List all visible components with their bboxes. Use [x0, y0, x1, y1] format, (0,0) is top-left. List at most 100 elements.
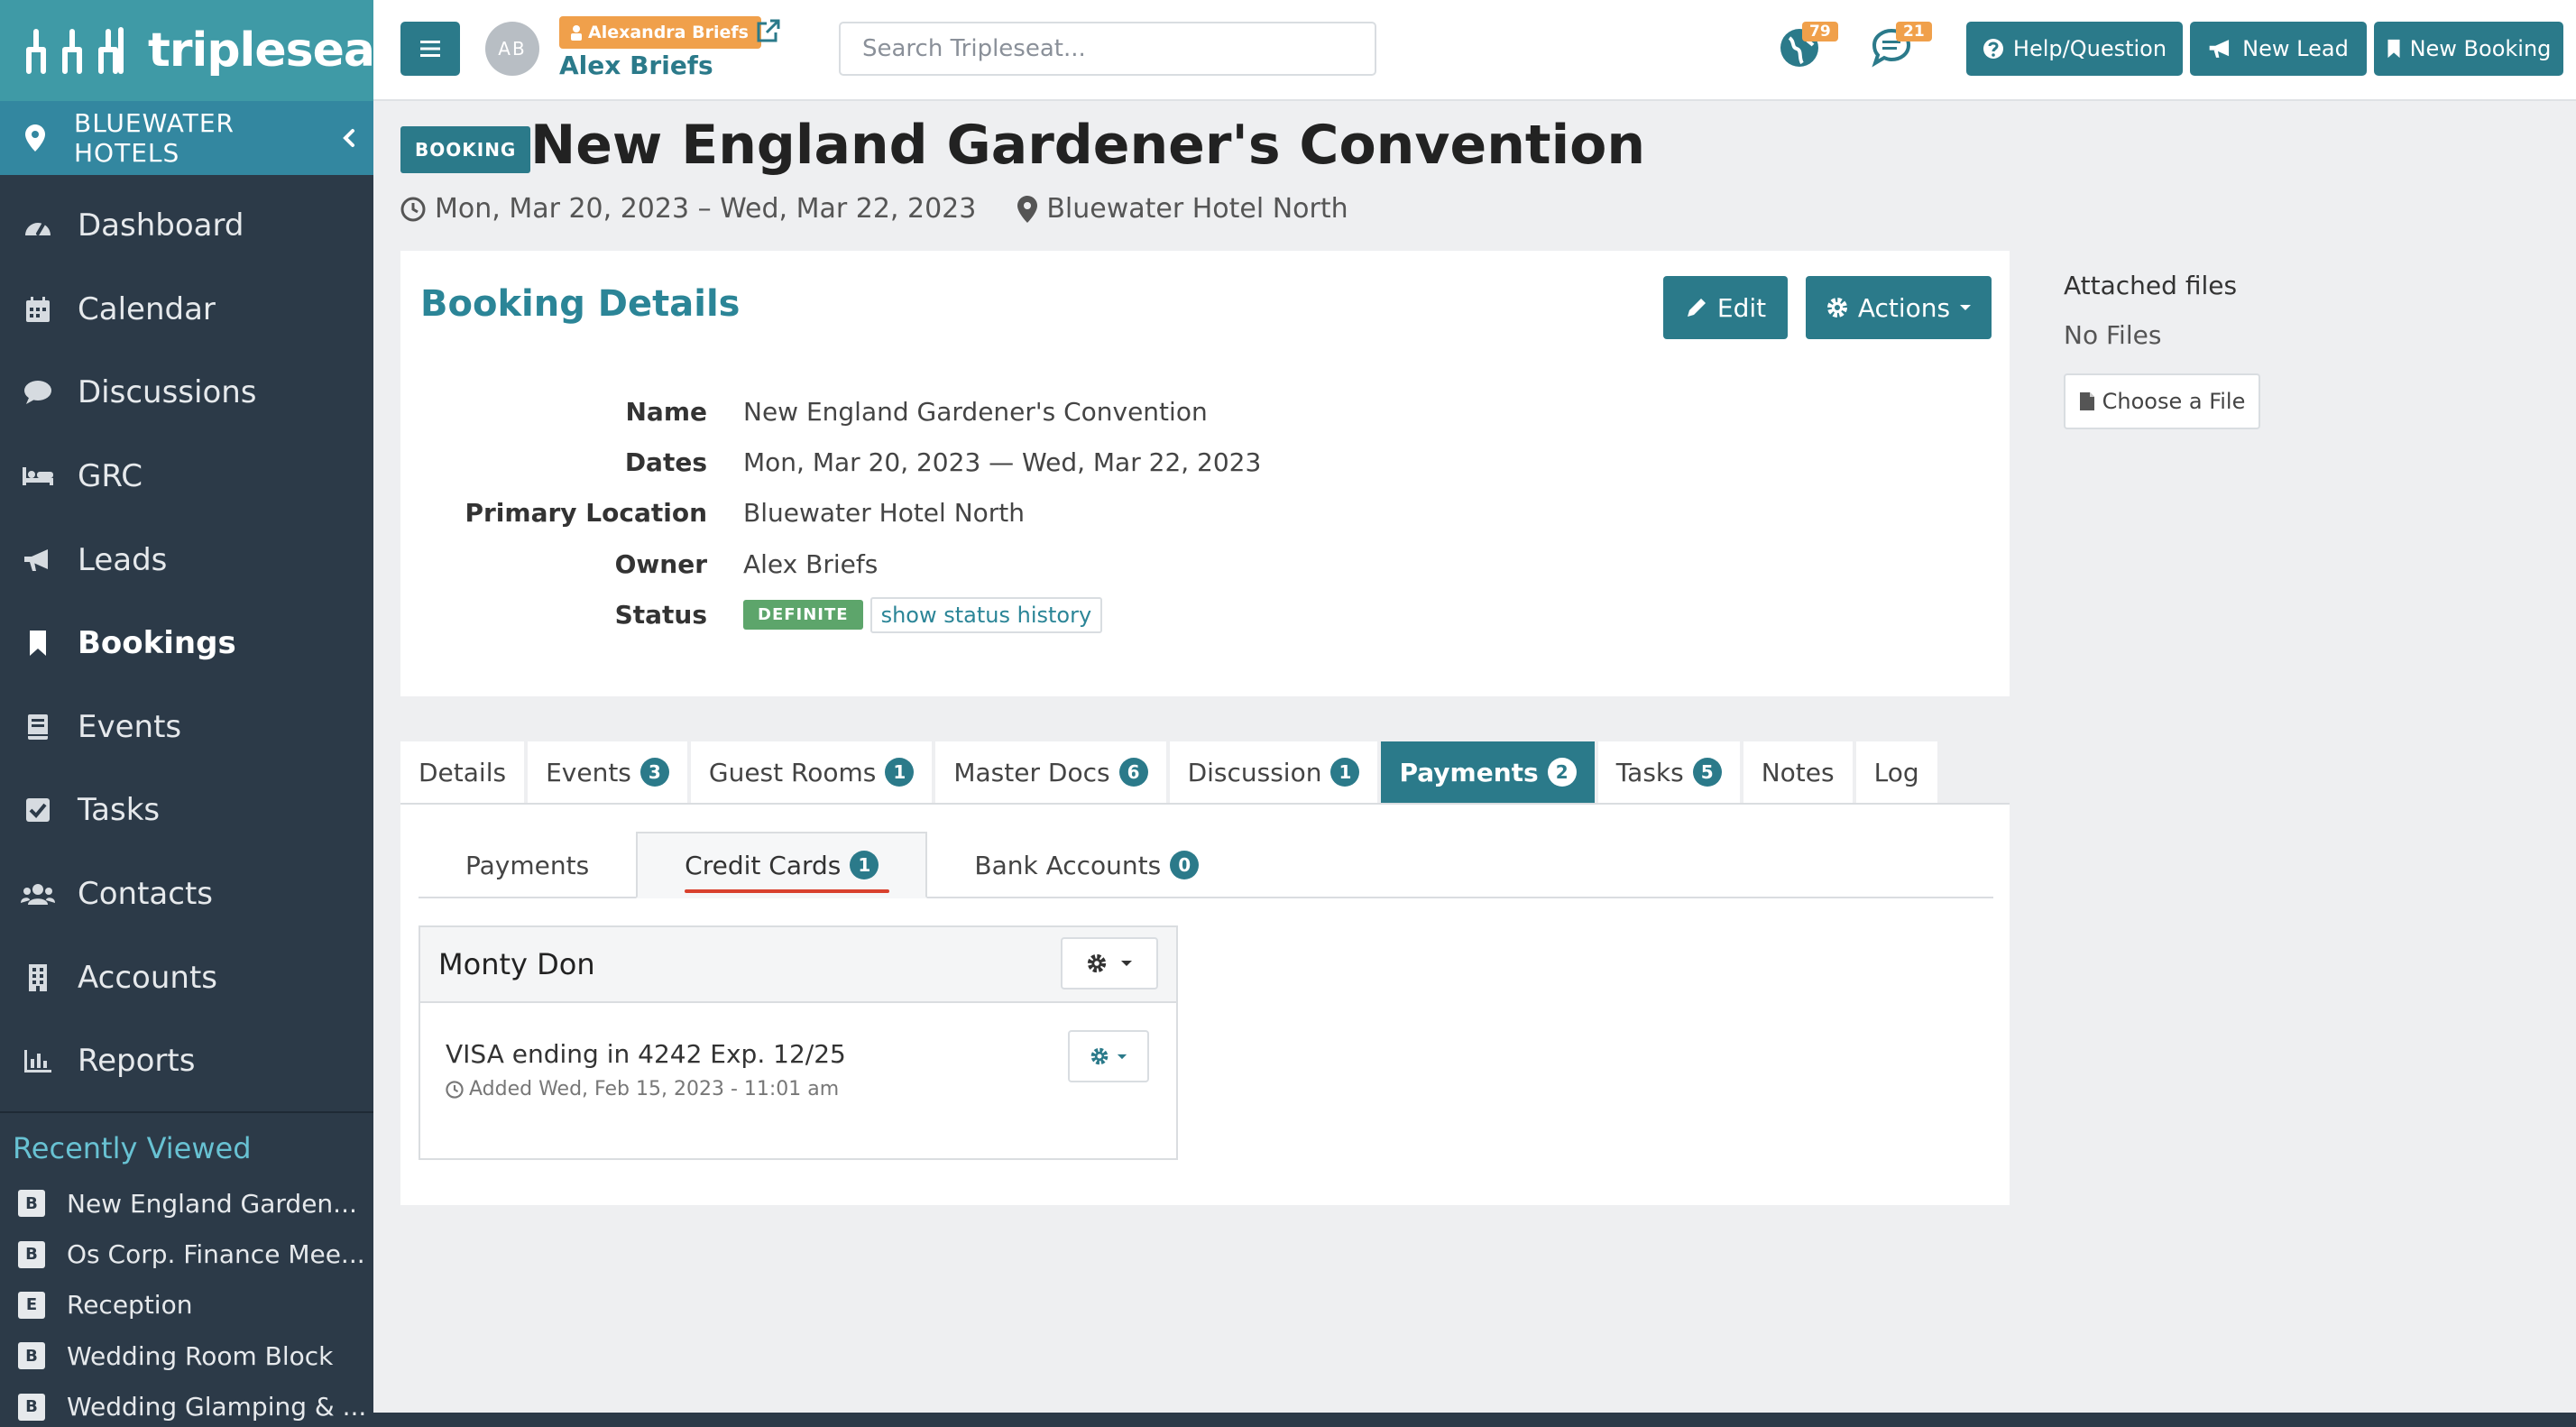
status-badge: DEFINITE	[743, 600, 863, 631]
holder-settings-button[interactable]	[1061, 937, 1158, 990]
user-tag[interactable]: Alexandra Briefs	[559, 16, 761, 49]
nav-item-label: Discussions	[78, 374, 257, 411]
recent-item[interactable]: B Wedding Room Block	[0, 1330, 373, 1381]
tab-log[interactable]: Log	[1855, 741, 1937, 803]
nav-item-label: Contacts	[78, 876, 213, 913]
hamburger-icon	[420, 41, 440, 57]
recent-item-label: Reception	[67, 1290, 193, 1321]
chevron-left-icon[interactable]	[343, 128, 355, 148]
recent-item-label: Os Corp. Finance Mee...	[67, 1239, 365, 1270]
nav-item-dashboard[interactable]: Dashboard	[0, 184, 373, 268]
tab-label: Details	[419, 757, 507, 787]
brand-bar[interactable]: tripleseat	[0, 0, 397, 101]
booking-subtitle: Mon, Mar 20, 2023 – Wed, Mar 22, 2023 Bl…	[400, 193, 1348, 225]
detail-label: Dates	[624, 447, 707, 478]
recent-item[interactable]: B New England Garden...	[0, 1178, 373, 1229]
subtab-credit-cards[interactable]: Credit Cards 1	[636, 832, 928, 898]
caret-down-icon	[1959, 303, 1972, 312]
detail-value: Alex Briefs	[743, 548, 879, 579]
help-button[interactable]: Help/Question	[1966, 22, 2183, 76]
card-added-text: Added Wed, Feb 15, 2023 - 11:01 am	[469, 1078, 840, 1100]
nav-item-discussions[interactable]: Discussions	[0, 351, 373, 435]
booking-location: Bluewater Hotel North	[1046, 193, 1348, 225]
nav-item-contacts[interactable]: Contacts	[0, 852, 373, 936]
card-description: VISA ending in 4242 Exp. 12/25	[446, 1039, 846, 1069]
booking-details-title: Booking Details	[420, 283, 741, 325]
nav-item-leads[interactable]: Leads	[0, 518, 373, 602]
tab-notes[interactable]: Notes	[1743, 741, 1853, 803]
bookmark-icon	[2387, 39, 2401, 59]
card-holder-name: Monty Don	[438, 947, 595, 981]
tab-count-badge: 5	[1692, 758, 1722, 787]
new-booking-button[interactable]: New Booking	[2374, 22, 2563, 76]
tab-label: Guest Rooms	[708, 757, 877, 787]
subtab-bank-accounts[interactable]: Bank Accounts 0	[927, 832, 1246, 898]
show-status-history-button[interactable]: show status history	[869, 596, 1103, 633]
detail-value: Bluewater Hotel North	[743, 498, 1026, 529]
help-label: Help/Question	[2012, 36, 2167, 61]
nav-item-label: Accounts	[78, 959, 217, 996]
nav-item-label: Reports	[78, 1043, 196, 1080]
attached-files: Attached files No Files Choose a File	[2064, 271, 2260, 429]
actions-label: Actions	[1857, 292, 1951, 323]
card-settings-button[interactable]	[1068, 1030, 1149, 1082]
menu-toggle-button[interactable]	[400, 22, 460, 76]
external-link-icon[interactable]	[756, 18, 781, 43]
recent-item-label: Wedding Room Block	[67, 1340, 334, 1371]
top-bar: AB Alexandra Briefs Alex Briefs 79 21 He…	[373, 0, 2576, 101]
nav-item-reports[interactable]: Reports	[0, 1019, 373, 1103]
tab-payments[interactable]: Payments 2	[1381, 741, 1595, 803]
tab-events[interactable]: Events 3	[528, 741, 687, 803]
org-selector[interactable]: BLUEWATER HOTELS	[0, 101, 373, 175]
nav-item-events[interactable]: Events	[0, 686, 373, 769]
megaphone-icon	[20, 542, 56, 578]
detail-value: Mon, Mar 20, 2023 — Wed, Mar 22, 2023	[743, 447, 1262, 478]
map-pin-icon	[25, 124, 45, 152]
edit-button[interactable]: Edit	[1663, 276, 1788, 339]
subtab-label: Bank Accounts	[974, 850, 1162, 880]
recent-item-label: Wedding Glamping & ...	[67, 1392, 367, 1422]
payment-subtabs: Payments Credit Cards 1 Bank Accounts 0	[419, 832, 1993, 898]
nav-item-tasks[interactable]: Tasks	[0, 769, 373, 852]
question-circle-icon	[1983, 38, 2004, 60]
nav-item-label: Bookings	[78, 625, 236, 662]
page-title: New England Gardener's Convention	[530, 114, 1646, 177]
booking-type-badge: BOOKING	[400, 126, 531, 173]
recent-item[interactable]: B Wedding Glamping & ...	[0, 1382, 373, 1427]
recent-item[interactable]: E Reception	[0, 1280, 373, 1330]
actions-button[interactable]: Actions	[1806, 276, 1992, 339]
tab-label: Discussion	[1187, 757, 1322, 787]
detail-value: New England Gardener's Convention	[743, 396, 1208, 427]
recent-item-label: New England Garden...	[67, 1188, 357, 1219]
nav-item-accounts[interactable]: Accounts	[0, 935, 373, 1019]
building-icon	[20, 960, 56, 996]
nav-item-label: Leads	[78, 541, 168, 578]
new-lead-button[interactable]: New Lead	[2190, 22, 2367, 76]
nav-item-label: Tasks	[78, 792, 161, 829]
nav-item-calendar[interactable]: Calendar	[0, 268, 373, 352]
choose-file-button[interactable]: Choose a File	[2064, 373, 2260, 429]
recent-type-badge: B	[18, 1393, 45, 1421]
user-name[interactable]: Alex Briefs	[559, 51, 713, 80]
nav-item-grc[interactable]: GRC	[0, 435, 373, 519]
avatar[interactable]: AB	[485, 22, 539, 76]
no-files-text: No Files	[2064, 320, 2162, 350]
tab-master-docs[interactable]: Master Docs 6	[935, 741, 1166, 803]
nav-item-bookings[interactable]: Bookings	[0, 602, 373, 686]
checkbox-icon	[20, 792, 56, 828]
subtab-label: Payments	[465, 850, 590, 880]
recent-item[interactable]: B Os Corp. Finance Mee...	[0, 1229, 373, 1279]
payments-panel: Payments Credit Cards 1 Bank Accounts 0 Mo…	[400, 805, 2010, 1205]
tab-count-badge: 1	[885, 758, 915, 787]
recent-type-badge: E	[18, 1291, 45, 1319]
detail-row-location: Primary Location Bluewater Hotel North	[400, 488, 2010, 539]
tab-tasks[interactable]: Tasks 5	[1597, 741, 1740, 803]
credit-card-item: VISA ending in 4242 Exp. 12/25 Added Wed…	[420, 1003, 1176, 1100]
subtab-count-badge: 1	[850, 851, 879, 879]
search-input[interactable]	[839, 22, 1376, 76]
tab-guest-rooms[interactable]: Guest Rooms 1	[690, 741, 933, 803]
tab-label: Tasks	[1615, 757, 1684, 787]
tab-details[interactable]: Details	[400, 741, 525, 803]
subtab-payments[interactable]: Payments	[419, 832, 636, 898]
tab-discussion[interactable]: Discussion 1	[1169, 741, 1378, 803]
